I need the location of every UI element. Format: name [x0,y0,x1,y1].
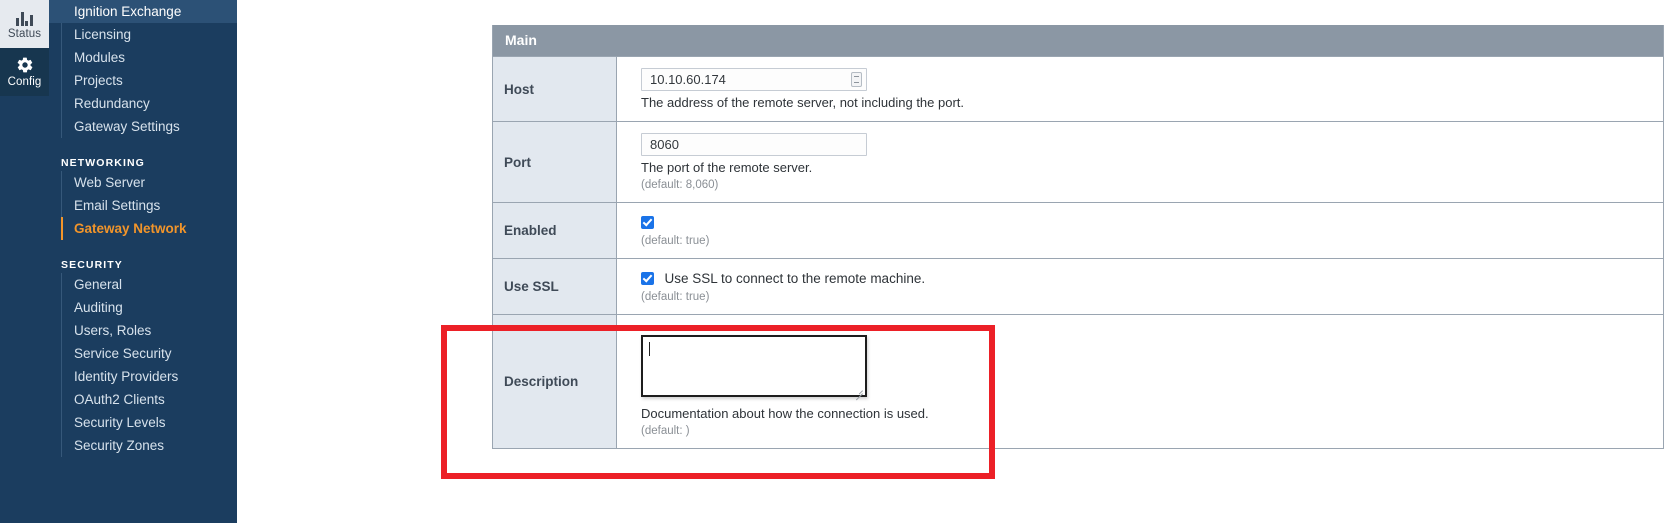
description-textarea[interactable] [641,335,867,397]
sidebar-item-web-server[interactable]: Web Server [49,171,237,194]
settings-panel: Main Host The address of the remote serv… [492,25,1664,449]
sidebar-item-oauth2-clients[interactable]: OAuth2 Clients [49,388,237,411]
host-field-cell: The address of the remote server, not in… [617,57,1663,121]
sidebar-item-security-levels[interactable]: Security Levels [49,411,237,434]
use-ssl-field-cell: Use SSL to connect to the remote machine… [617,259,1663,314]
form-row-description: Description Documentation about how the … [493,314,1663,448]
form-row-host: Host The address of the remote server, n… [493,56,1663,121]
port-help-text: The port of the remote server. [641,160,813,175]
form-row-port: Port The port of the remote server. (def… [493,121,1663,202]
app-root: Status Config Ignition Exchange Licensin… [0,0,1680,523]
sidebar-item-security-zones[interactable]: Security Zones [49,434,237,457]
port-field-cell: The port of the remote server. (default:… [617,122,1663,202]
host-label: Host [493,57,617,121]
description-help-text: Documentation about how the connection i… [641,406,929,421]
sidebar-item-licensing[interactable]: Licensing [49,23,237,46]
sidebar-item-ignition-exchange[interactable]: Ignition Exchange [49,0,237,23]
sidebar-item-redundancy[interactable]: Redundancy [49,92,237,115]
port-input[interactable] [641,133,867,156]
enabled-checkbox[interactable] [641,216,654,229]
main-content: Main Host The address of the remote serv… [237,0,1680,523]
sidebar-item-projects[interactable]: Projects [49,69,237,92]
rail-item-config[interactable]: Config [0,48,49,96]
description-field-cell: Documentation about how the connection i… [617,315,1663,448]
enabled-default-text: (default: true) [641,235,710,247]
sidebar-item-service-security[interactable]: Service Security [49,342,237,365]
port-label: Port [493,122,617,202]
enabled-label: Enabled [493,203,617,258]
sidebar-item-gateway-network[interactable]: Gateway Network [49,217,237,240]
sidebar-group-networking: NETWORKING [61,157,145,169]
description-label: Description [493,315,617,448]
description-default-text: (default: ) [641,425,690,437]
rail-item-config-label: Config [7,76,42,88]
form-row-use-ssl: Use SSL Use SSL to connect to the remote… [493,258,1663,314]
sidebar-item-auditing[interactable]: Auditing [49,296,237,319]
rail-item-status-label: Status [7,28,42,40]
sidebar-item-users-roles[interactable]: Users, Roles [49,319,237,342]
use-ssl-default-text: (default: true) [641,291,710,303]
sidebar-item-modules[interactable]: Modules [49,46,237,69]
sidebar-group-security: SECURITY [61,259,123,271]
host-input[interactable] [641,68,867,91]
sidebar-item-general[interactable]: General [49,273,237,296]
use-ssl-checkbox[interactable] [641,272,654,285]
sidebar-nav: Ignition Exchange Licensing Modules Proj… [49,0,237,523]
host-picker-icon[interactable] [851,72,862,87]
host-help-text: The address of the remote server, not in… [641,95,965,110]
port-default-text: (default: 8,060) [641,179,719,191]
gear-icon [16,56,34,74]
sidebar-item-email-settings[interactable]: Email Settings [49,194,237,217]
icon-rail: Status Config [0,0,49,523]
rail-item-status[interactable]: Status [0,0,49,48]
use-ssl-inline-label: Use SSL to connect to the remote machine… [664,271,926,286]
form-row-enabled: Enabled (default: true) [493,202,1663,258]
sidebar-item-gateway-settings[interactable]: Gateway Settings [49,115,237,138]
bar-chart-icon [16,8,33,26]
host-input-wrap [641,68,867,91]
enabled-field-cell: (default: true) [617,203,1663,258]
use-ssl-label: Use SSL [493,259,617,314]
panel-title: Main [493,25,1663,56]
sidebar-item-identity-providers[interactable]: Identity Providers [49,365,237,388]
text-caret [649,342,650,356]
description-textarea-wrap [641,335,867,401]
